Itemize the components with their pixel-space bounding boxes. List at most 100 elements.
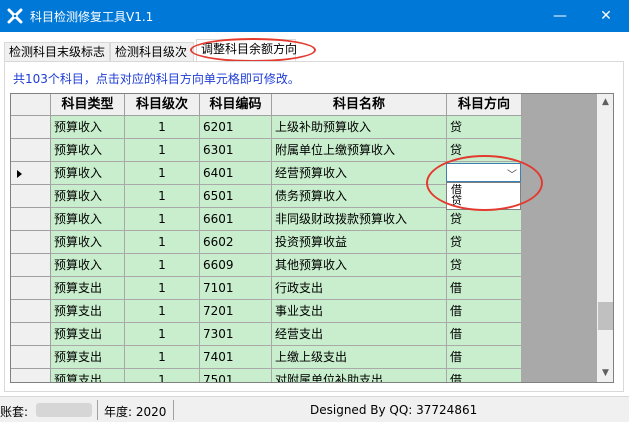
grid-corner-header [11, 94, 51, 116]
account-label: 账套: [0, 405, 29, 419]
cell-level: 1 [125, 139, 200, 162]
column-header-type[interactable]: 科目类型 [51, 94, 125, 116]
cell-name: 对附属单位补助支出 [272, 369, 447, 382]
minimize-button[interactable]: — [537, 0, 583, 32]
cell-direction[interactable]: 贷 [447, 231, 522, 254]
cell-code: 6501 [200, 185, 272, 208]
cell-type: 预算支出 [51, 323, 125, 346]
cell-type: 预算收入 [51, 231, 125, 254]
cell-type: 预算收入 [51, 254, 125, 277]
cell-level: 1 [125, 231, 200, 254]
title-bar: 科目检测修复工具V1.1 — ✕ [0, 0, 629, 32]
cell-type: 预算支出 [51, 369, 125, 382]
cell-type: 预算支出 [51, 300, 125, 323]
cell-direction[interactable]: 借 [447, 323, 522, 346]
subject-grid[interactable]: 科目类型 科目级次 科目编码 科目名称 科目方向 预算收入 1 6201 上级补助预算… [10, 93, 614, 383]
row-header[interactable] [11, 208, 51, 231]
row-header[interactable] [11, 185, 51, 208]
tab-check-level[interactable]: 检测科目级次 [110, 42, 194, 62]
cell-level: 1 [125, 162, 200, 185]
table-row[interactable]: 预算收入 1 6601 非同级财政拨款预算收入贷 [11, 208, 522, 231]
cell-level: 1 [125, 185, 200, 208]
cell-code: 6601 [200, 208, 272, 231]
grid-vertical-scrollbar[interactable]: ▲ ▼ [597, 94, 613, 382]
cell-name: 投资预算收益 [272, 231, 447, 254]
row-header[interactable] [11, 346, 51, 369]
cell-type: 预算收入 [51, 185, 125, 208]
status-divider [97, 400, 98, 420]
table-row[interactable]: 预算支出 1 7201 事业支出借 [11, 300, 522, 323]
scroll-down-arrow-icon[interactable]: ▼ [597, 365, 613, 382]
designer-credit: Designed By QQ: 37724861 [310, 403, 478, 417]
table-row[interactable]: 预算收入 1 6602 投资预算收益贷 [11, 231, 522, 254]
combo-annotation-circle [426, 155, 543, 211]
row-header[interactable] [11, 369, 51, 382]
status-divider [173, 400, 174, 420]
cell-code: 6401 [200, 162, 272, 185]
cell-direction[interactable]: 贷 [447, 116, 522, 139]
cell-code: 7401 [200, 346, 272, 369]
row-header[interactable] [11, 277, 51, 300]
cell-code: 6609 [200, 254, 272, 277]
cell-level: 1 [125, 254, 200, 277]
row-header[interactable] [11, 323, 51, 346]
cell-name: 附属单位上缴预算收入 [272, 139, 447, 162]
table-row[interactable]: 预算收入 1 6201 上级补助预算收入贷 [11, 116, 522, 139]
cell-type: 预算收入 [51, 116, 125, 139]
row-header[interactable] [11, 162, 51, 185]
cell-name: 债务预算收入 [272, 185, 447, 208]
window-title: 科目检测修复工具V1.1 [30, 10, 154, 24]
cell-code: 6301 [200, 139, 272, 162]
column-header-direction[interactable]: 科目方向 [447, 94, 522, 116]
cell-name: 经营预算收入 [272, 162, 447, 185]
cell-level: 1 [125, 116, 200, 139]
grid-body: 科目类型 科目级次 科目编码 科目名称 科目方向 预算收入 1 6201 上级补助预算… [11, 94, 596, 382]
cell-direction[interactable]: 借 [447, 346, 522, 369]
cell-code: 7301 [200, 323, 272, 346]
cell-code: 7201 [200, 300, 272, 323]
cell-direction[interactable]: 贷 [447, 208, 522, 231]
column-header-level[interactable]: 科目级次 [125, 94, 200, 116]
cell-type: 预算支出 [51, 346, 125, 369]
cell-direction[interactable]: 借 [447, 369, 522, 382]
status-bar: 账套: 年度: 2020 Designed By QQ: 37724861 [0, 396, 629, 422]
tab-check-leaf-flag[interactable]: 检测科目末级标志 [4, 42, 110, 62]
scroll-thumb[interactable] [598, 302, 613, 330]
current-row-arrow-icon [17, 170, 22, 178]
table-row[interactable]: 预算支出 1 7301 经营支出借 [11, 323, 522, 346]
year-label: 年度: 2020 [104, 405, 167, 419]
cell-name: 经营支出 [272, 323, 447, 346]
cell-name: 非同级财政拨款预算收入 [272, 208, 447, 231]
cell-level: 1 [125, 300, 200, 323]
cell-direction[interactable]: 借 [447, 300, 522, 323]
cell-direction[interactable]: 借 [447, 277, 522, 300]
row-header[interactable] [11, 231, 51, 254]
scroll-up-arrow-icon[interactable]: ▲ [597, 94, 613, 111]
cell-type: 预算收入 [51, 162, 125, 185]
row-header[interactable] [11, 300, 51, 323]
table-row[interactable]: 预算收入 1 6301 附属单位上缴预算收入贷 [11, 139, 522, 162]
app-icon [7, 8, 23, 24]
table-row[interactable]: 预算支出 1 7401 上缴上级支出借 [11, 346, 522, 369]
cell-name: 上缴上级支出 [272, 346, 447, 369]
info-text: 共103个科目，点击对应的科目方向单元格即可修改。 [13, 72, 300, 86]
cell-direction[interactable]: 贷 [447, 254, 522, 277]
table-row[interactable]: 预算收入 1 6609 其他预算收入贷 [11, 254, 522, 277]
row-header[interactable] [11, 116, 51, 139]
cell-name: 上级补助预算收入 [272, 116, 447, 139]
table-row[interactable]: 预算支出 1 7101 行政支出借 [11, 277, 522, 300]
column-header-name[interactable]: 科目名称 [272, 94, 447, 116]
table-row[interactable]: 预算支出 1 7501 对附属单位补助支出借 [11, 369, 522, 382]
cell-type: 预算收入 [51, 139, 125, 162]
row-header[interactable] [11, 139, 51, 162]
close-button[interactable]: ✕ [583, 0, 629, 32]
row-header[interactable] [11, 254, 51, 277]
cell-code: 6201 [200, 116, 272, 139]
cell-name: 事业支出 [272, 300, 447, 323]
cell-level: 1 [125, 277, 200, 300]
tab-annotation-circle [190, 38, 316, 62]
cell-type: 预算支出 [51, 277, 125, 300]
column-header-code[interactable]: 科目编码 [200, 94, 272, 116]
cell-level: 1 [125, 208, 200, 231]
cell-name: 行政支出 [272, 277, 447, 300]
